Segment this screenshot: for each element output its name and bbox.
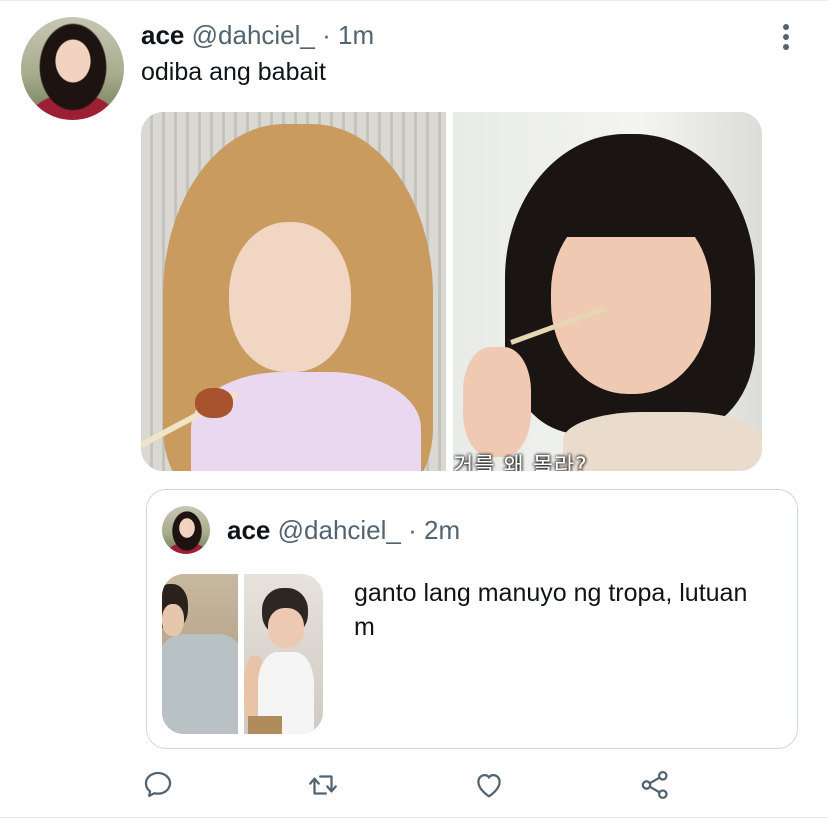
tweet-photo-2[interactable]: 거를 왜 몰라? (453, 112, 762, 471)
tweet-text: odiba ang babait (141, 58, 326, 86)
quoted-media-grid[interactable] (162, 574, 323, 734)
tweet-media-grid: 거를 왜 몰라? (141, 112, 762, 471)
quoted-tweet-card[interactable]: ace @dahciel_ · 2m ganto lang manuyo ng … (146, 489, 798, 749)
bottom-divider (0, 817, 828, 818)
quoted-author-avatar[interactable] (162, 506, 210, 554)
heart-icon (477, 773, 501, 798)
quoted-tweet-header: ace @dahciel_ · 2m (227, 515, 460, 545)
quoted-author-handle[interactable]: @dahciel_ (278, 515, 401, 545)
speech-bubble-icon (144, 771, 172, 798)
photo-subtitle: 거를 왜 몰라? (453, 454, 588, 471)
quoted-tweet-timestamp[interactable]: 2m (424, 515, 460, 545)
top-divider (0, 0, 828, 1)
quoted-tweet-text: ganto lang manuyo ng tropa, lutuan m (354, 579, 748, 641)
author-avatar[interactable] (21, 17, 124, 120)
photo-food-shape (195, 388, 233, 418)
reply-button[interactable] (141, 768, 175, 802)
share-icon (641, 770, 668, 800)
photo-face-shape (229, 222, 351, 372)
tweet-action-bar (0, 768, 828, 804)
photo-top-shape (563, 412, 762, 471)
tweet-photo-1[interactable] (141, 112, 446, 471)
photo-body-shape (162, 634, 238, 734)
photo-hand-shape (463, 347, 531, 457)
photo-bangs-shape (533, 152, 723, 237)
more-options-icon[interactable] (776, 22, 796, 52)
photo-face-shape (162, 604, 184, 636)
quoted-photo-1[interactable] (162, 574, 238, 734)
quoted-author-name[interactable]: ace (227, 515, 270, 545)
quoted-photo-2[interactable] (244, 574, 323, 734)
photo-face-shape (268, 608, 304, 648)
tweet-timestamp[interactable]: 1m (338, 20, 374, 50)
share-button[interactable] (638, 768, 672, 802)
quoted-header-separator: · (408, 515, 417, 545)
retweet-button[interactable] (306, 768, 340, 802)
header-separator: · (322, 20, 331, 50)
author-name[interactable]: ace (141, 20, 184, 50)
photo-shirt-shape (191, 372, 421, 471)
author-handle[interactable]: @dahciel_ (192, 20, 315, 50)
like-button[interactable] (472, 768, 506, 802)
retweet-icon (309, 775, 337, 795)
tweet-header: ace @dahciel_ · 1m (141, 20, 374, 50)
photo-box-shape (248, 716, 282, 734)
